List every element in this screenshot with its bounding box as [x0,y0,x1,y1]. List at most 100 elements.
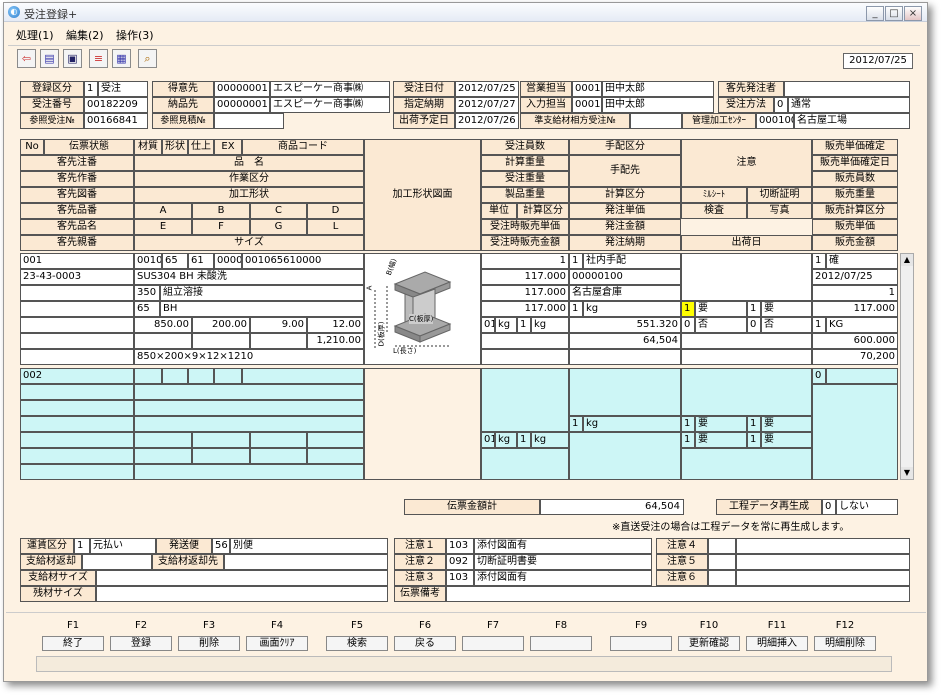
row1-tani2[interactable]: 1 [517,317,531,333]
row2-kako[interactable] [134,416,364,432]
row1-kubun-code[interactable]: 1 [569,301,583,317]
nyuryoku-code[interactable]: 0001 [572,97,602,113]
row2-sagyo[interactable] [134,400,364,416]
row2-kensa-code[interactable]: 1 [681,432,695,448]
row1-sakuban[interactable] [20,285,134,301]
row1-ex[interactable]: 0000 [214,253,242,269]
junshikyu-input[interactable] [630,113,682,129]
row2-zuban[interactable] [20,416,134,432]
chui2-code[interactable]: 092 [446,554,474,570]
row1-shi[interactable]: 61 [188,253,214,269]
row2-sakuban[interactable] [20,400,134,416]
row2-no[interactable]: 002 [20,368,134,384]
fkey-2-button[interactable]: 登録 [110,636,172,651]
fkey-10-button[interactable]: 更新確認 [678,636,740,651]
row2-tehai[interactable] [569,368,681,416]
row1-no[interactable]: 001 [20,253,134,269]
row1-hinmei[interactable]: SUS304 BH 未酸洗 [134,269,364,285]
row1-g[interactable] [250,333,307,349]
fkey-3-button[interactable]: 削除 [178,636,240,651]
biko-input[interactable] [446,586,910,602]
hassobin-code[interactable]: 56 [212,538,230,554]
eigyo-code[interactable]: 0001 [572,81,602,97]
row1-chuban[interactable]: 23-43-0003 [20,269,134,285]
search-icon[interactable]: ⌕ [138,49,157,68]
row2-c[interactable] [250,432,307,448]
fkey-7-button[interactable] [462,636,524,651]
fkey-9-button[interactable] [610,636,672,651]
fkey-6-button[interactable]: 戻る [394,636,456,651]
juchu-date-input[interactable]: 2012/07/25 [455,81,519,97]
sansho-mitsu-input[interactable] [214,113,284,129]
row1-tehai-code[interactable]: 1 [569,253,583,269]
chui1-code[interactable]: 103 [446,538,474,554]
fkey-12-button[interactable]: 明細削除 [814,636,876,651]
row1-tani1[interactable]: 01 [481,317,495,333]
row1-kensa-code[interactable]: 0 [681,317,695,333]
kanri-code[interactable]: 000100 [756,113,794,129]
shikyu-size-input[interactable] [96,570,388,586]
row2-e[interactable] [134,448,192,464]
shukka-date-input[interactable]: 2012/07/26 [455,113,519,129]
fkey-5-button[interactable]: 検索 [326,636,388,651]
row1-shohin[interactable]: 001065610000 [242,253,364,269]
row2-hanbai[interactable] [812,384,898,480]
row1-d[interactable]: 12.00 [307,317,364,333]
row1-sagyo-code[interactable]: 350 [134,285,160,301]
grid-icon[interactable]: ▦ [112,49,131,68]
chui5-code[interactable] [708,554,736,570]
row2-zai[interactable] [134,368,162,384]
regen-code[interactable]: 0 [822,499,836,515]
row1-hinban[interactable] [20,317,134,333]
list-icon[interactable]: ≡ [89,49,108,68]
chui4-code[interactable] [708,538,736,554]
juchu-kubun-code[interactable]: 1 [84,81,98,97]
row2-chui[interactable] [681,368,812,416]
nonyu-code[interactable]: 00000001 [214,97,270,113]
grid-scrollbar[interactable]: ▲ ▼ [900,253,914,480]
row1-kakutei-code[interactable]: 1 [812,253,826,269]
maximize-button[interactable]: □ [885,6,903,21]
row1-insu[interactable]: 1 [481,253,569,269]
row1-juchu-juryo[interactable]: 117.000 [481,285,569,301]
row2-kei[interactable] [162,368,188,384]
row2-f[interactable] [192,448,250,464]
shikyu-henkyakusaki-input[interactable] [224,554,388,570]
row1-size[interactable]: 850×200×9×12×1210 [134,349,364,365]
row1-hatchu-noki[interactable] [569,349,681,365]
row1-a[interactable]: 850.00 [134,317,192,333]
row1-hanbai-juryo[interactable]: 117.000 [812,301,898,317]
row1-chui[interactable] [681,253,812,301]
row1-juchu-tanka[interactable] [481,333,569,349]
row2-setsu-code[interactable]: 1 [747,416,761,432]
close-button[interactable]: × [904,6,922,21]
row2-ex[interactable] [214,368,242,384]
row2-a[interactable] [134,432,192,448]
shikyu-henkyaku-input[interactable] [82,554,152,570]
save-icon[interactable]: ▣ [63,49,82,68]
menu-edit[interactable]: 編集(2) [66,27,104,43]
row1-hanbai-tanka[interactable]: 600.000 [812,333,898,349]
row2-d[interactable] [307,432,364,448]
row2-shohin[interactable] [242,368,364,384]
row2-tani2[interactable]: 1 [517,432,531,448]
row1-zai[interactable]: 0010 [134,253,162,269]
row2-hinban[interactable] [20,432,134,448]
row1-f[interactable] [192,333,250,349]
row1-hanbai-insu[interactable]: 1 [812,285,898,301]
row1-kakutei-date[interactable]: 2012/07/25 [812,269,898,285]
row1-hatchu-tanka[interactable]: 551.320 [569,317,681,333]
fkey-1-button[interactable]: 終了 [42,636,104,651]
row2-kakutei-code[interactable]: 0 [812,368,826,384]
row1-zuban[interactable] [20,301,134,317]
sansho-input[interactable]: 00166841 [84,113,148,129]
row2-l[interactable] [307,448,364,464]
row2-hatchu[interactable] [569,432,681,480]
row2-chuban[interactable] [20,384,134,400]
scroll-down-icon[interactable]: ▼ [901,467,913,479]
row1-sha-code[interactable]: 0 [747,317,761,333]
row2-kubun-code[interactable]: 1 [569,416,583,432]
row2-size[interactable] [134,464,364,480]
row2-mill-code[interactable]: 1 [681,416,695,432]
juchu-no-input[interactable]: 00182209 [84,97,148,113]
